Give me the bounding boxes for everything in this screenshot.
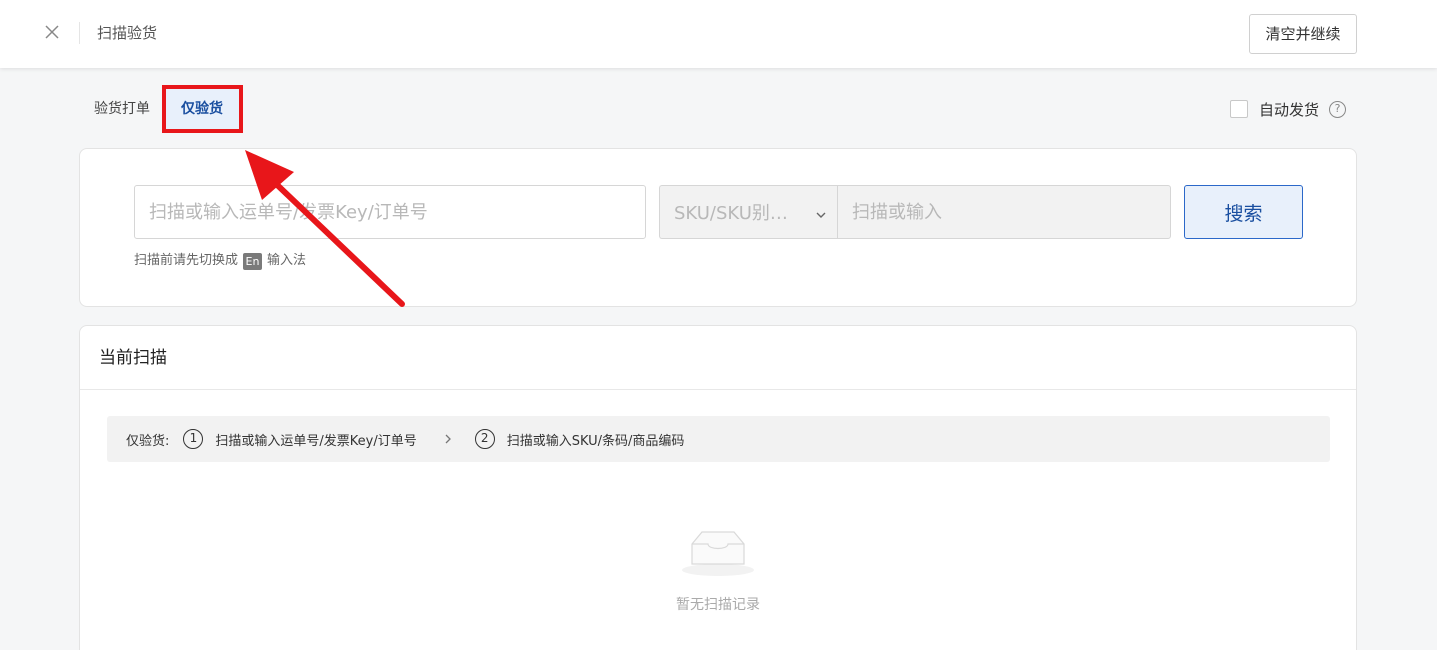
sku-type-select[interactable]: SKU/SKU别… — [659, 185, 837, 239]
empty-inbox-icon — [680, 526, 756, 578]
help-icon[interactable]: ? — [1329, 100, 1347, 118]
page-title: 扫描验货 — [97, 24, 158, 42]
tab-inspect-only[interactable]: 仅验货 — [181, 98, 223, 120]
search-button[interactable]: 搜索 — [1184, 185, 1303, 239]
step-label: 扫描或输入SKU/条码/商品编码 — [506, 433, 685, 449]
steps-label: 仅验货: — [126, 433, 170, 449]
en-badge: En — [243, 252, 263, 270]
steps-bar: 仅验货: 1 扫描或输入运单号/发票Key/订单号 2 扫描或输入SKU/条码/… — [107, 416, 1330, 462]
current-scan-title: 当前扫描 — [99, 348, 167, 368]
chevron-right-icon — [443, 433, 453, 445]
sku-input[interactable] — [837, 185, 1171, 239]
empty-text: 暂无扫描记录 — [676, 597, 760, 613]
auto-ship-label: 自动发货 — [1259, 100, 1320, 119]
scan-card: SKU/SKU别… 搜索 扫描前请先切换成 En 输入法 — [79, 148, 1357, 307]
input-method-hint: 扫描前请先切换成 En 输入法 — [134, 250, 306, 272]
clear-and-continue-button[interactable]: 清空并继续 — [1249, 14, 1357, 54]
current-scan-card: 当前扫描 仅验货: 1 扫描或输入运单号/发票Key/订单号 2 扫描或输入SK… — [79, 325, 1357, 650]
chevron-down-icon — [815, 206, 827, 218]
order-number-input[interactable] — [134, 185, 646, 239]
top-header: 扫描验货 清空并继续 — [0, 0, 1437, 68]
hint-prefix: 扫描前请先切换成 — [134, 253, 239, 268]
close-icon[interactable] — [42, 22, 62, 42]
hint-suffix: 输入法 — [267, 253, 307, 268]
sku-select-value: SKU/SKU别… — [674, 203, 788, 224]
header-divider — [79, 22, 80, 44]
step-label: 扫描或输入运单号/发票Key/订单号 — [215, 433, 417, 449]
auto-ship-checkbox[interactable] — [1230, 100, 1248, 118]
tab-inspect-and-print[interactable]: 验货打单 — [94, 98, 150, 120]
auto-ship-option: 自动发货 ? — [1230, 99, 1347, 119]
step-number: 2 — [474, 429, 495, 449]
section-divider — [80, 389, 1356, 390]
step-number: 1 — [183, 429, 204, 449]
